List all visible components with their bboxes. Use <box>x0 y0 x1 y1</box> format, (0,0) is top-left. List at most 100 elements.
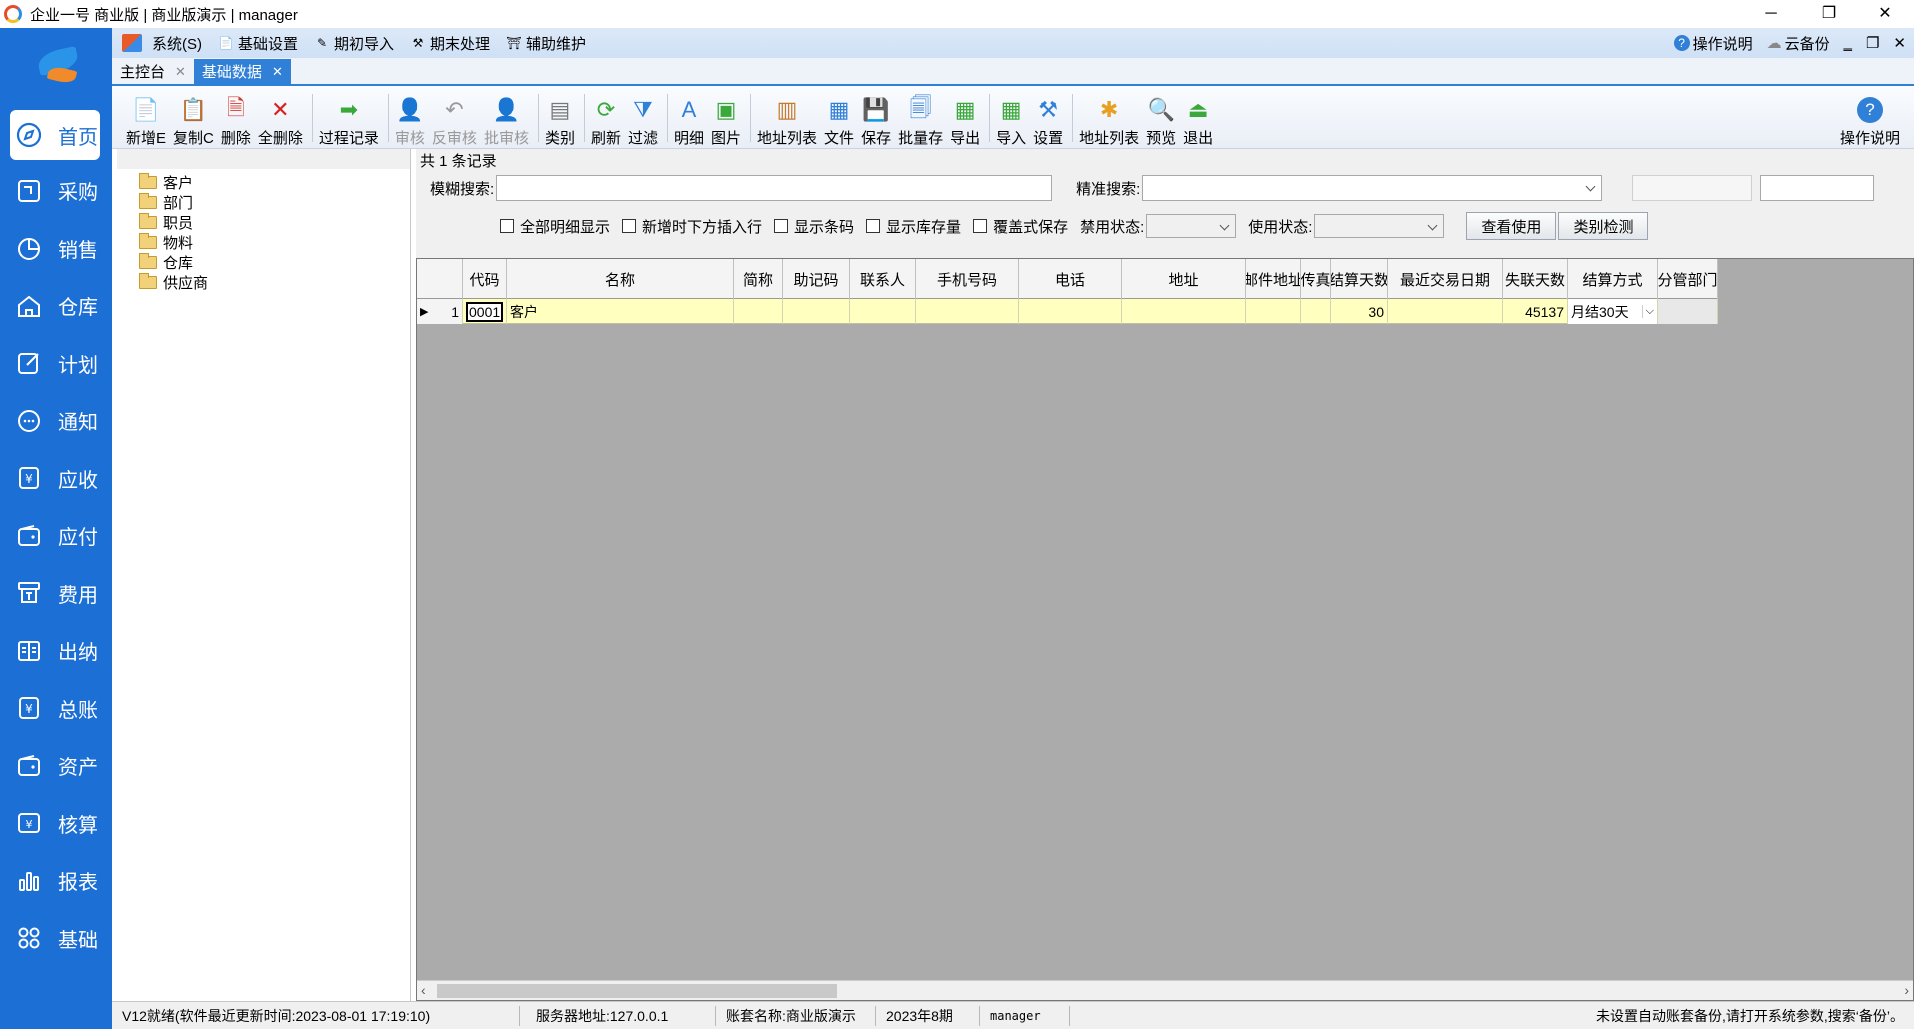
restore-window-button[interactable]: ❐ <box>1800 0 1858 28</box>
checkbox-box[interactable] <box>622 219 637 233</box>
detail-button[interactable]: A 明细 <box>674 88 704 148</box>
nav-item-6[interactable]: ¥ 应收 <box>0 450 112 508</box>
inner-restore-button[interactable]: ❐ <box>1866 34 1879 52</box>
table-row[interactable]: ▶ 1 0001 客户 30 45137 月结30天 ⌵ <box>417 299 1718 324</box>
checkbox-box[interactable] <box>973 219 988 233</box>
help-link[interactable]: ? 操作说明 <box>1673 33 1753 54</box>
delete-all-button[interactable]: ✕ 全删除 <box>258 88 303 148</box>
tree-node[interactable]: 物料 <box>117 232 410 252</box>
nav-item-10[interactable]: ¥ 总账 <box>0 680 112 738</box>
scroll-left-icon[interactable]: ‹ <box>421 982 426 998</box>
view-usage-button[interactable]: 查看使用 <box>1466 212 1557 240</box>
add-button[interactable]: 📄 新增E <box>126 88 166 148</box>
checkbox-show-stock[interactable]: 显示库存量 <box>866 216 961 237</box>
table-cell[interactable] <box>783 299 850 324</box>
exact-search-select[interactable] <box>1142 175 1603 201</box>
disable-status-select[interactable] <box>1146 214 1237 238</box>
batch-approve-button[interactable]: 👤 批审核 <box>484 88 529 148</box>
menu-aux-maintenance[interactable]: ⛩ 辅助维护 <box>506 33 586 54</box>
checkbox-box[interactable] <box>500 219 514 233</box>
cloud-backup-link[interactable]: ☁ 云备份 <box>1767 33 1830 54</box>
table-cell[interactable] <box>1388 299 1503 324</box>
checkbox-insert-below[interactable]: 新增时下方插入行 <box>622 216 762 237</box>
refresh-button[interactable]: ⟳ 刷新 <box>591 88 621 148</box>
nav-item-12[interactable]: ¥ 核算 <box>0 795 112 853</box>
nav-item-4[interactable]: 计划 <box>0 335 112 393</box>
column-header[interactable]: 传真 <box>1301 259 1331 299</box>
checkbox-show-barcode[interactable]: 显示条码 <box>774 216 854 237</box>
address-list-button[interactable]: ✱ 地址列表 <box>1079 88 1139 148</box>
category-button[interactable]: ▤ 类别 <box>545 88 575 148</box>
column-header[interactable]: 最近交易日期 <box>1388 259 1503 299</box>
column-header[interactable]: 结算方式 <box>1568 259 1658 299</box>
column-header[interactable]: 分管部门 <box>1658 259 1718 299</box>
column-header[interactable]: 助记码 <box>783 259 850 299</box>
column-header[interactable]: 简称 <box>734 259 783 299</box>
nav-item-11[interactable]: 资产 <box>0 737 112 795</box>
nav-item-5[interactable]: 通知 <box>0 392 112 450</box>
close-window-button[interactable]: ✕ <box>1856 0 1914 28</box>
fuzzy-search-input[interactable] <box>496 175 1053 201</box>
table-cell[interactable] <box>1246 299 1301 324</box>
column-header[interactable]: 手机号码 <box>916 259 1019 299</box>
nav-item-8[interactable]: 费用 <box>0 565 112 623</box>
file-button[interactable]: ▦ 文件 <box>824 88 854 148</box>
tree-node[interactable]: 供应商 <box>117 272 410 292</box>
inner-close-button[interactable]: ✕ <box>1893 34 1906 52</box>
column-header[interactable]: 结算天数 <box>1331 259 1388 299</box>
table-cell[interactable] <box>916 299 1019 324</box>
delete-button[interactable]: 🗎 删除 <box>221 88 251 148</box>
column-header[interactable]: 地址 <box>1122 259 1246 299</box>
menu-period-end[interactable]: ⚒ 期末处理 <box>410 33 490 54</box>
nav-item-9[interactable]: 出纳 <box>0 622 112 680</box>
menu-initial-import[interactable]: ✎ 期初导入 <box>314 33 394 54</box>
chevron-down-icon[interactable]: ⌵ <box>1641 305 1654 318</box>
tab-console[interactable]: 主控台 ✕ <box>112 59 194 84</box>
settings-button[interactable]: ⚒ 设置 <box>1033 88 1063 148</box>
nav-item-14[interactable]: 基础 <box>0 910 112 968</box>
filter-button[interactable]: ⧩ 过滤 <box>628 88 658 148</box>
table-cell[interactable]: 45137 <box>1503 299 1568 324</box>
unapprove-button[interactable]: ↶ 反审核 <box>432 88 477 148</box>
save-button[interactable]: 💾 保存 <box>861 88 891 148</box>
nav-item-1[interactable]: 采购 <box>0 162 112 220</box>
column-header[interactable]: 失联天数 <box>1503 259 1568 299</box>
nav-item-2[interactable]: 销售 <box>0 220 112 278</box>
tree-node[interactable]: 仓库 <box>117 252 410 272</box>
active-cell-value[interactable]: 0001 <box>466 301 504 322</box>
use-status-select[interactable] <box>1314 214 1445 238</box>
inner-minimize-button[interactable]: ‗ <box>1844 35 1852 52</box>
checkbox-overwrite-save[interactable]: 覆盖式保存 <box>973 216 1068 237</box>
column-header[interactable]: 邮件地址 <box>1246 259 1301 299</box>
tab-basic-data-close-icon[interactable]: ✕ <box>272 64 283 80</box>
row-header[interactable]: ▶ 1 <box>417 299 463 324</box>
table-cell[interactable] <box>734 299 783 324</box>
table-cell[interactable] <box>1301 299 1331 324</box>
approve-button[interactable]: 👤 审核 <box>395 88 425 148</box>
extra-field-input[interactable] <box>1760 175 1875 201</box>
checkbox-box[interactable] <box>866 219 881 233</box>
horizontal-scrollbar[interactable]: ‹ › <box>417 980 1913 1000</box>
table-cell[interactable]: 月结30天 ⌵ <box>1568 299 1658 324</box>
copy-button[interactable]: 📋 复制C <box>173 88 214 148</box>
checkbox-show-all-details[interactable]: 全部明细显示 <box>500 216 610 237</box>
nav-item-0[interactable]: 首页 <box>10 110 100 160</box>
nav-item-13[interactable]: 报表 <box>0 852 112 910</box>
scroll-right-icon[interactable]: › <box>1904 982 1909 998</box>
table-cell[interactable]: 0001 <box>463 299 507 324</box>
tree-node[interactable]: 职员 <box>117 212 410 232</box>
tab-console-close-icon[interactable]: ✕ <box>175 64 186 80</box>
category-check-button[interactable]: 类别检测 <box>1558 212 1649 240</box>
table-cell[interactable] <box>1019 299 1122 324</box>
column-header[interactable]: 联系人 <box>850 259 916 299</box>
tree-node[interactable]: 部门 <box>117 192 410 212</box>
column-header[interactable]: 电话 <box>1019 259 1122 299</box>
toolbar-help-button[interactable]: ? 操作说明 <box>1840 88 1900 148</box>
exit-button[interactable]: ⏏ 退出 <box>1183 88 1213 148</box>
table-cell[interactable] <box>1122 299 1246 324</box>
menu-system[interactable]: 系统(S) <box>152 33 202 54</box>
menu-basic-settings[interactable]: 📄 基础设置 <box>218 33 299 54</box>
nav-item-7[interactable]: 应付 <box>0 507 112 565</box>
checkbox-box[interactable] <box>774 219 789 233</box>
table-cell[interactable]: 客户 <box>507 299 734 324</box>
